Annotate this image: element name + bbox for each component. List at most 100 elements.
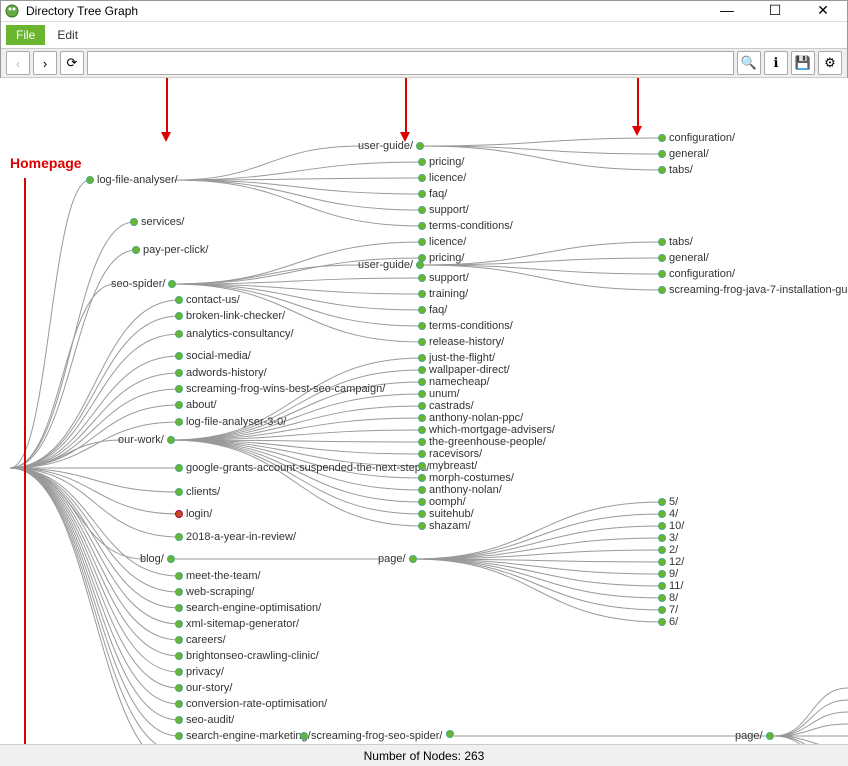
tree-node[interactable]: our-work/ (118, 434, 175, 446)
info-button[interactable]: ℹ (764, 51, 788, 75)
tree-node[interactable]: 12/ (658, 556, 684, 568)
tree-node[interactable]: pay-per-click/ (132, 244, 208, 256)
tree-node[interactable]: 6/ (658, 616, 678, 628)
tree-node[interactable]: xml-sitemap-generator/ (175, 618, 299, 630)
tree-node[interactable]: privacy/ (175, 666, 224, 678)
tree-node[interactable]: adwords-history/ (175, 367, 267, 379)
tree-node[interactable]: licence/ (418, 236, 466, 248)
tree-node[interactable]: shazam/ (418, 520, 471, 532)
tree-node[interactable]: 11/ (658, 580, 683, 592)
tree-node[interactable]: 9/ (658, 568, 678, 580)
tree-node[interactable]: web-scraping/ (175, 586, 254, 598)
tree-node[interactable]: conversion-rate-optimisation/ (175, 698, 327, 710)
tree-node[interactable]: anthony-nolan-ppc/ (418, 412, 523, 424)
tree-node[interactable]: pricing/ (418, 156, 464, 168)
search-button[interactable]: 🔍 (737, 51, 761, 75)
tree-node[interactable]: careers/ (175, 634, 226, 646)
tree-node[interactable]: general/ (658, 148, 709, 160)
tree-node[interactable]: faq/ (418, 188, 447, 200)
tree-node[interactable]: screaming-frog-java-7-installation-guide… (658, 284, 848, 296)
arrow-path1-head (161, 132, 171, 142)
tree-node[interactable]: mybreast/ (418, 460, 477, 472)
tree-node[interactable]: support/ (418, 272, 469, 284)
tree-node[interactable]: clients/ (175, 486, 220, 498)
tree-node[interactable]: general/ (658, 252, 709, 264)
tree-node[interactable]: analytics-consultancy/ (175, 328, 294, 340)
tree-node[interactable]: racevisors/ (418, 448, 482, 460)
tree-node[interactable]: 8/ (658, 592, 678, 604)
tree-node[interactable]: login/ (175, 508, 212, 520)
tree-node[interactable]: namecheap/ (418, 376, 490, 388)
tree-node[interactable]: search-engine-optimisation/ (175, 602, 321, 614)
tree-node[interactable]: page/ (735, 730, 774, 742)
tree-node[interactable]: suitehub/ (418, 508, 474, 520)
minimize-button[interactable]: — (712, 2, 742, 19)
node-label: anthony-nolan/ (429, 484, 502, 496)
tree-node[interactable]: anthony-nolan/ (418, 484, 502, 496)
tree-node[interactable]: configuration/ (658, 132, 735, 144)
tree-node[interactable]: log-file-analyser/ (86, 174, 178, 186)
edit-menu[interactable]: Edit (47, 25, 88, 45)
tree-node[interactable]: licence/ (418, 172, 466, 184)
tree-node[interactable]: 2/ (658, 544, 678, 556)
tree-canvas[interactable]: log-file-analyser/services/pay-per-click… (0, 78, 848, 744)
save-button[interactable]: 💾 (791, 51, 815, 75)
tree-node[interactable]: user-guide/ (358, 140, 424, 152)
tree-node[interactable]: user-guide/ (358, 259, 424, 271)
tree-node[interactable]: release-history/ (418, 336, 504, 348)
tree-node[interactable]: services/ (130, 216, 184, 228)
tree-node[interactable]: terms-conditions/ (418, 220, 513, 232)
tree-node[interactable]: castrads/ (418, 400, 474, 412)
tree-node[interactable]: 2018-a-year-in-review/ (175, 531, 296, 543)
tree-node[interactable]: wallpaper-direct/ (418, 364, 510, 376)
tree-node[interactable]: support/ (418, 204, 469, 216)
tree-node[interactable]: seo-audit/ (175, 714, 234, 726)
tree-node[interactable]: morph-costumes/ (418, 472, 514, 484)
tree-node[interactable]: broken-link-checker/ (175, 310, 285, 322)
node-bubble (175, 732, 183, 740)
tree-node[interactable]: tabs/ (658, 236, 693, 248)
tree-node[interactable]: which-mortgage-advisers/ (418, 424, 555, 436)
tree-node[interactable]: tabs/ (658, 164, 693, 176)
tree-node[interactable]: 5/ (658, 496, 678, 508)
tree-node[interactable]: unum/ (418, 388, 460, 400)
tree-node[interactable]: our-story/ (175, 682, 232, 694)
tree-node[interactable]: screaming-frog-seo-spider/ (300, 730, 442, 742)
tree-node[interactable]: brightonseo-crawling-clinic/ (175, 650, 319, 662)
tree-node[interactable]: blog/ (140, 553, 175, 565)
tree-node[interactable]: 3/ (658, 532, 678, 544)
maximize-button[interactable]: ☐ (760, 2, 790, 19)
tree-node[interactable]: contact-us/ (175, 294, 240, 306)
tree-node[interactable]: 7/ (658, 604, 678, 616)
tree-node[interactable]: about/ (175, 399, 217, 411)
node-label: configuration/ (669, 132, 735, 144)
tree-node[interactable]: page/ (378, 553, 417, 565)
tree-node[interactable]: meet-the-team/ (175, 570, 261, 582)
forward-button[interactable]: › (33, 51, 57, 75)
tree-node[interactable]: google-grants-account-suspended-the-next… (175, 462, 429, 474)
tree-node[interactable]: pricing/ (418, 252, 464, 264)
close-button[interactable]: ✕ (808, 2, 838, 19)
tree-node[interactable]: seo-spider/ (111, 278, 176, 290)
tree-node[interactable]: configuration/ (658, 268, 735, 280)
tree-node[interactable]: terms-conditions/ (418, 320, 513, 332)
tree-node[interactable]: 4/ (658, 508, 678, 520)
back-button[interactable]: ‹ (6, 51, 30, 75)
file-menu[interactable]: File (6, 25, 45, 45)
arrow-path1-line (166, 78, 168, 132)
tree-node[interactable]: the-greenhouse-people/ (418, 436, 546, 448)
address-input[interactable] (87, 51, 734, 75)
tree-node[interactable]: search-engine-marketing/ (175, 730, 311, 742)
node-label: licence/ (429, 236, 466, 248)
tree-node[interactable]: social-media/ (175, 350, 251, 362)
tree-node[interactable]: just-the-flight/ (418, 352, 495, 364)
node-bubble (175, 620, 183, 628)
refresh-button[interactable]: ⟳ (60, 51, 84, 75)
tree-node[interactable]: training/ (418, 288, 468, 300)
tree-node[interactable]: screaming-frog-wins-best-seo-campaign/ (175, 383, 385, 395)
tree-node[interactable]: oomph/ (418, 496, 466, 508)
tree-node[interactable]: 10/ (658, 520, 684, 532)
tree-node[interactable]: log-file-analyser-3-0/ (175, 416, 286, 428)
tree-node[interactable]: faq/ (418, 304, 447, 316)
settings-button[interactable]: ⚙ (818, 51, 842, 75)
